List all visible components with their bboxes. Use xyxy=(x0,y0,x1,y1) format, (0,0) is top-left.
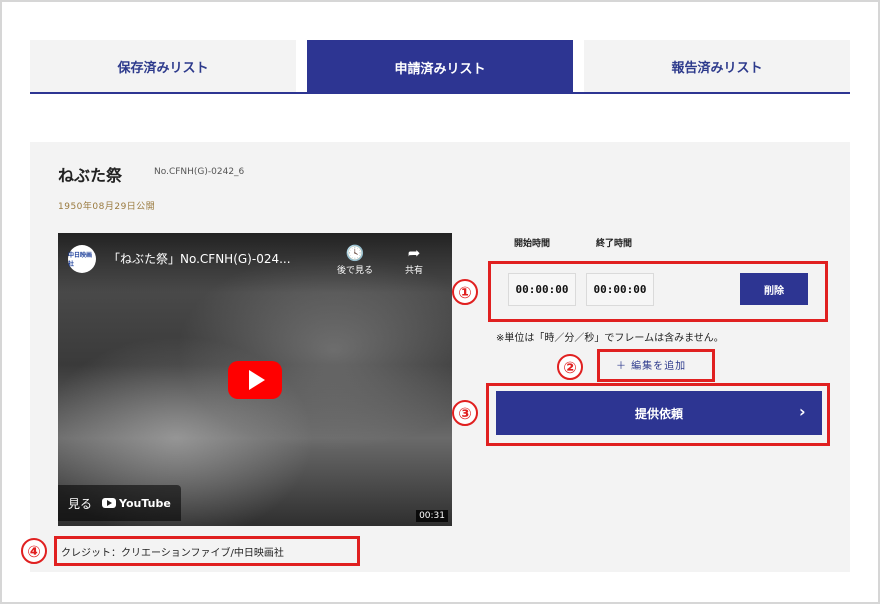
clock-icon: 🕓 xyxy=(345,244,365,262)
tab-reported-list[interactable]: 報告済みリスト xyxy=(584,40,850,92)
start-time-label: 開始時間 xyxy=(514,239,551,249)
share-button[interactable]: ➦ 共有 xyxy=(394,243,434,276)
list-tabs: 保存済みリスト 申請済みリスト 報告済みリスト xyxy=(30,40,850,94)
youtube-icon xyxy=(102,498,117,508)
play-button[interactable] xyxy=(228,361,282,399)
video-duration: 00:31 xyxy=(416,510,448,522)
video-title[interactable]: 「ねぶた祭」No.CFNH(G)-024... xyxy=(108,250,328,267)
start-time-input[interactable] xyxy=(508,273,576,306)
publish-date: 1950年08月29日公開 xyxy=(58,202,156,212)
annotation-number-1: ① xyxy=(452,279,478,305)
channel-logo-text: 中日映画社 xyxy=(68,252,93,268)
annotation-number-4: ④ xyxy=(21,538,47,564)
play-icon xyxy=(249,370,265,390)
youtube-label: YouTube xyxy=(119,496,171,510)
item-code: No.CFNH(G)-0242_6 xyxy=(154,167,245,177)
request-provision-button[interactable]: 提供依頼 xyxy=(496,391,822,435)
tab-applied-list[interactable]: 申請済みリスト xyxy=(307,40,573,94)
watch-on-youtube-button[interactable]: 見る YouTube xyxy=(58,485,181,521)
item-title: ねぶた祭 xyxy=(58,166,123,185)
video-player[interactable]: 中日映画社 「ねぶた祭」No.CFNH(G)-024... 🕓 後で見る ➦ 共… xyxy=(58,233,452,526)
delete-button[interactable]: 削除 xyxy=(740,273,808,305)
credit-text: クレジット：クリエーションファイブ/中日映画社 xyxy=(61,548,284,559)
annotation-number-3: ③ xyxy=(452,400,478,426)
tab-saved-list[interactable]: 保存済みリスト xyxy=(30,40,296,92)
share-label: 共有 xyxy=(404,266,423,276)
tab-underline xyxy=(30,92,850,94)
add-edit-link[interactable]: ＋ 編集を追加 xyxy=(616,357,686,372)
end-time-label: 終了時間 xyxy=(596,239,633,249)
item-card: ねぶた祭 No.CFNH(G)-0242_6 1950年08月29日公開 中日映… xyxy=(30,142,850,572)
chevron-right-icon: › xyxy=(799,402,806,421)
annotation-number-2: ② xyxy=(557,354,583,380)
share-arrow-icon: ➦ xyxy=(407,244,421,262)
end-time-input[interactable] xyxy=(586,273,654,306)
watch-later-label: 後で見る xyxy=(336,266,373,276)
watch-label: 見る xyxy=(68,496,93,511)
time-unit-note: ※単位は「時／分／秒」でフレームは含みません。 xyxy=(496,333,724,344)
watch-later-button[interactable]: 🕓 後で見る xyxy=(332,243,378,276)
channel-logo[interactable]: 中日映画社 xyxy=(68,245,96,273)
youtube-logo: YouTube xyxy=(102,497,171,510)
